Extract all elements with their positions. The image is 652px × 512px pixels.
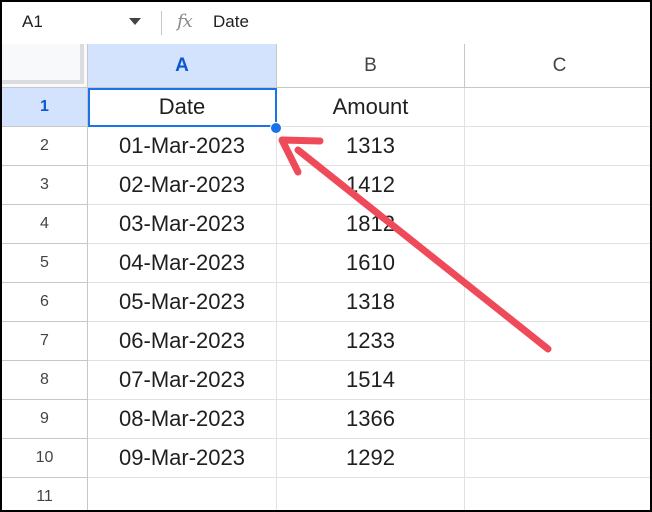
cell-a5[interactable]: 04-Mar-2023: [88, 244, 277, 283]
function-icon: fx: [177, 11, 193, 32]
cell-b9[interactable]: 1366: [277, 400, 465, 439]
cell-a6[interactable]: 05-Mar-2023: [88, 283, 277, 322]
row-header[interactable]: 6: [2, 283, 88, 322]
cell-c5[interactable]: [465, 244, 650, 283]
cell-c11[interactable]: [465, 478, 650, 510]
column-header-c[interactable]: C: [465, 44, 650, 88]
cell-b1[interactable]: Amount: [277, 88, 465, 127]
cell-c10[interactable]: [465, 439, 650, 478]
row-header[interactable]: 7: [2, 322, 88, 361]
select-all-corner[interactable]: [2, 44, 88, 88]
row-header[interactable]: 5: [2, 244, 88, 283]
formula-bar: A1 fx Date: [2, 2, 650, 45]
cell-b8[interactable]: 1514: [277, 361, 465, 400]
row-header[interactable]: 10: [2, 439, 88, 478]
cell-a7[interactable]: 06-Mar-2023: [88, 322, 277, 361]
cell-b11[interactable]: [277, 478, 465, 510]
cell-a9[interactable]: 08-Mar-2023: [88, 400, 277, 439]
fill-handle[interactable]: [270, 122, 282, 134]
row-header[interactable]: 8: [2, 361, 88, 400]
cell-c1[interactable]: [465, 88, 650, 127]
cell-a4[interactable]: 03-Mar-2023: [88, 205, 277, 244]
cell-a10[interactable]: 09-Mar-2023: [88, 439, 277, 478]
column-header-a[interactable]: A: [88, 44, 277, 88]
cell-c3[interactable]: [465, 166, 650, 205]
cell-c8[interactable]: [465, 361, 650, 400]
cell-b4[interactable]: 1812: [277, 205, 465, 244]
formula-input[interactable]: Date: [213, 6, 249, 38]
chevron-down-icon[interactable]: [129, 18, 141, 25]
freeze-row-handle[interactable]: [2, 80, 84, 84]
cell-b6[interactable]: 1318: [277, 283, 465, 322]
cell-b2[interactable]: 1313: [277, 127, 465, 166]
cell-a1[interactable]: Date: [88, 88, 277, 127]
cell-b5[interactable]: 1610: [277, 244, 465, 283]
row-header[interactable]: 2: [2, 127, 88, 166]
cell-c6[interactable]: [465, 283, 650, 322]
cell-b10[interactable]: 1292: [277, 439, 465, 478]
row-header[interactable]: 4: [2, 205, 88, 244]
divider: [161, 11, 162, 35]
column-header-b[interactable]: B: [277, 44, 465, 88]
cell-c2[interactable]: [465, 127, 650, 166]
cell-b3[interactable]: 1412: [277, 166, 465, 205]
spreadsheet-window: A1 fx Date A B C 1 Date Amount 2 01-Mar-2023 131…: [0, 0, 652, 512]
row-header[interactable]: 9: [2, 400, 88, 439]
cell-c4[interactable]: [465, 205, 650, 244]
row-header[interactable]: 1: [2, 88, 88, 127]
row-header[interactable]: 11: [2, 478, 88, 510]
cell-b7[interactable]: 1233: [277, 322, 465, 361]
cell-a2[interactable]: 01-Mar-2023: [88, 127, 277, 166]
freeze-column-handle[interactable]: [80, 44, 84, 80]
cell-a11[interactable]: [88, 478, 277, 510]
row-header[interactable]: 3: [2, 166, 88, 205]
cell-a8[interactable]: 07-Mar-2023: [88, 361, 277, 400]
cell-a3[interactable]: 02-Mar-2023: [88, 166, 277, 205]
cell-c7[interactable]: [465, 322, 650, 361]
cell-c9[interactable]: [465, 400, 650, 439]
